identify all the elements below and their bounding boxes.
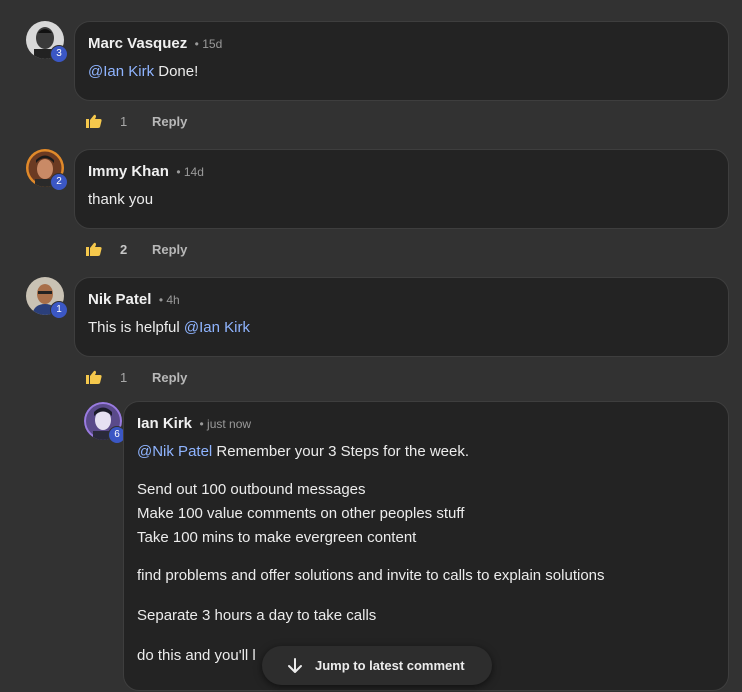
level-badge: 3 bbox=[50, 45, 68, 63]
comment-bubble: Marc Vasquez • 15d @Ian Kirk Done! bbox=[74, 21, 729, 101]
step-item: Take 100 mins to make evergreen content bbox=[137, 529, 417, 546]
jump-button-label: Jump to latest comment bbox=[315, 658, 465, 673]
like-count: 2 bbox=[120, 241, 128, 257]
comment-meta: Nik Patel • 4h bbox=[88, 291, 180, 309]
step-item: Send out 100 outbound messages bbox=[137, 481, 366, 498]
comment-bubble: Immy Khan • 14d thank you bbox=[74, 149, 729, 229]
jump-to-latest-button[interactable]: Jump to latest comment bbox=[262, 646, 492, 685]
reply-button[interactable]: Reply bbox=[152, 114, 187, 129]
author-name[interactable]: Marc Vasquez bbox=[88, 35, 187, 52]
avatar[interactable]: 1 bbox=[26, 277, 68, 319]
reply-paragraph: Separate 3 hours a day to take calls bbox=[137, 607, 377, 624]
like-count: 1 bbox=[120, 113, 128, 129]
timestamp-value: 15d bbox=[202, 37, 223, 51]
comment-meta: Marc Vasquez • 15d bbox=[88, 35, 222, 53]
comment-text: thank you bbox=[88, 191, 154, 208]
mention-link[interactable]: @Nik Patel bbox=[137, 443, 212, 460]
level-badge: 2 bbox=[50, 173, 68, 191]
timestamp-value: 14d bbox=[183, 165, 204, 179]
timestamp-value: just now bbox=[207, 417, 252, 431]
community-comments-page: 3 Marc Vasquez • 15d @Ian Kirk Done! 1 R… bbox=[0, 0, 742, 692]
comment-body: This is helpful @Ian Kirk bbox=[88, 318, 715, 338]
comment-marc-vasquez: 3 Marc Vasquez • 15d @Ian Kirk Done! 1 R… bbox=[0, 0, 742, 140]
comment-text: Done! bbox=[154, 63, 199, 80]
comment-nik-patel: 1 Nik Patel • 4h This is helpful @Ian Ki… bbox=[0, 256, 742, 396]
timestamp: • 14d bbox=[176, 165, 204, 179]
comment-body: @Nik Patel Remember your 3 Steps for the… bbox=[137, 442, 715, 666]
like-icon[interactable] bbox=[86, 242, 102, 256]
comment-immy-khan: 2 Immy Khan • 14d thank you 2 Reply bbox=[0, 128, 742, 268]
step-item: Make 100 value comments on other peoples… bbox=[137, 505, 465, 522]
author-name[interactable]: Immy Khan bbox=[88, 163, 169, 180]
comment-text: This is helpful bbox=[88, 319, 184, 336]
steps-list: Send out 100 outbound messages Make 100 … bbox=[137, 478, 715, 550]
reply-paragraph: find problems and offer solutions and in… bbox=[137, 567, 605, 584]
timestamp: • 4h bbox=[158, 293, 180, 307]
mention-link[interactable]: @Ian Kirk bbox=[184, 319, 250, 336]
comment-meta: Ian Kirk • just now bbox=[137, 415, 251, 433]
comment-body: @Ian Kirk Done! bbox=[88, 62, 715, 82]
author-name[interactable]: Nik Patel bbox=[88, 291, 151, 308]
reply-intro-text: Remember your 3 Steps for the week. bbox=[212, 443, 470, 460]
avatar[interactable]: 2 bbox=[26, 149, 68, 191]
reply-intro: @Nik Patel Remember your 3 Steps for the… bbox=[137, 442, 715, 462]
comment-bubble: Nik Patel • 4h This is helpful @Ian Kirk bbox=[74, 277, 729, 357]
avatar[interactable]: 3 bbox=[26, 21, 68, 63]
avatar[interactable]: 6 bbox=[84, 402, 126, 444]
timestamp-value: 4h bbox=[166, 293, 180, 307]
arrow-down-icon bbox=[288, 657, 302, 673]
timestamp: • just now bbox=[199, 417, 252, 431]
like-icon[interactable] bbox=[86, 114, 102, 128]
timestamp: • 15d bbox=[194, 37, 223, 51]
mention-link[interactable]: @Ian Kirk bbox=[88, 63, 154, 80]
level-badge: 1 bbox=[50, 301, 68, 319]
comment-meta: Immy Khan • 14d bbox=[88, 163, 204, 181]
author-name[interactable]: Ian Kirk bbox=[137, 415, 192, 432]
reply-button[interactable]: Reply bbox=[152, 242, 187, 257]
comment-body: thank you bbox=[88, 190, 715, 210]
